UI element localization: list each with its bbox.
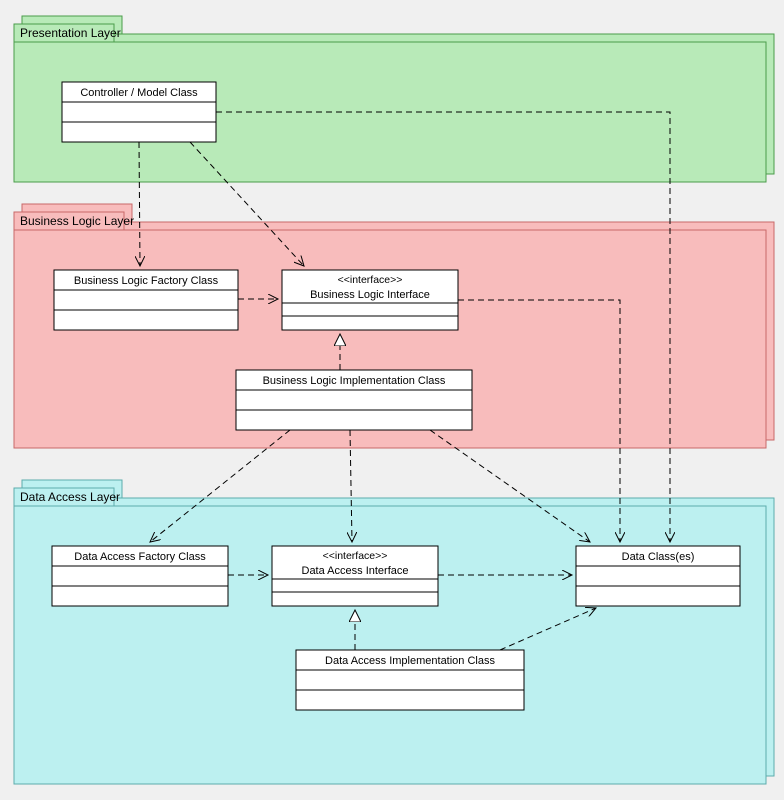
bl-impl-class: Business Logic Implementation Class (236, 370, 472, 430)
bl-interface-name: Business Logic Interface (310, 289, 430, 301)
business-layer-title: Business Logic Layer (20, 214, 134, 228)
data-classes-name: Data Class(es) (622, 551, 695, 563)
da-interface-class: <<interface>> Data Access Interface (272, 546, 438, 606)
da-factory-class: Data Access Factory Class (52, 546, 228, 606)
da-interface-name: Data Access Interface (302, 565, 409, 577)
data-classes-class: Data Class(es) (576, 546, 740, 606)
controller-class: Controller / Model Class (62, 82, 216, 142)
da-factory-name: Data Access Factory Class (74, 551, 206, 563)
controller-class-name: Controller / Model Class (80, 87, 198, 99)
data-layer-title: Data Access Layer (20, 490, 120, 504)
uml-diagram: Presentation Layer Business Logic Layer … (0, 0, 784, 800)
da-impl-class: Data Access Implementation Class (296, 650, 524, 710)
bl-factory-name: Business Logic Factory Class (74, 275, 219, 287)
da-impl-name: Data Access Implementation Class (325, 655, 495, 667)
data-layer: Data Access Layer (14, 480, 774, 784)
presentation-layer-title: Presentation Layer (20, 26, 121, 40)
da-interface-stereotype: <<interface>> (323, 550, 388, 562)
bl-interface-class: <<interface>> Business Logic Interface (282, 270, 458, 330)
bl-interface-stereotype: <<interface>> (338, 274, 403, 286)
bl-impl-name: Business Logic Implementation Class (263, 375, 446, 387)
bl-factory-class: Business Logic Factory Class (54, 270, 238, 330)
